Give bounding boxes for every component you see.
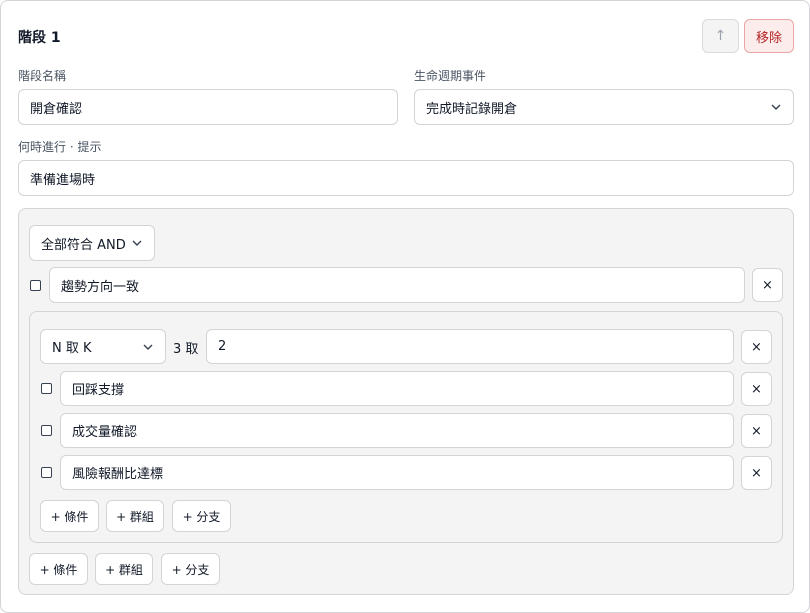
close-icon: × xyxy=(751,339,762,355)
condition-text: 風險報酬比達標 xyxy=(72,467,164,482)
nested-add-group-button[interactable]: + 群組 xyxy=(106,500,164,532)
stage-card: 階段 1 ↑ 移除 階段名稱 開倉確認 生命週期事件 完成時記錄開倉 何時進行 … xyxy=(0,0,810,613)
condition-text: 趨勢方向一致 xyxy=(61,279,140,295)
hint-value: 準備進場時 xyxy=(30,172,96,188)
condition-input[interactable]: 成交量確認 xyxy=(60,413,734,448)
k-value: 2 xyxy=(218,339,227,354)
chevron-down-icon xyxy=(771,104,781,110)
condition-checkbox[interactable] xyxy=(41,467,52,478)
delete-condition-button[interactable]: × xyxy=(741,456,772,490)
condition-text: 回踩支撐 xyxy=(72,383,125,398)
lifecycle-event-select[interactable]: 完成時記錄開倉 xyxy=(414,89,794,125)
close-icon: × xyxy=(751,423,762,439)
delete-condition-button[interactable]: × xyxy=(752,268,783,302)
close-icon: × xyxy=(762,277,773,293)
nested-group-mode-value: N 取 K xyxy=(52,341,92,356)
nested-add-branch-button[interactable]: + 分支 xyxy=(172,500,231,532)
condition-checkbox[interactable] xyxy=(30,280,41,291)
group-mode-value: 全部符合 AND xyxy=(41,237,126,253)
condition-input[interactable]: 趨勢方向一致 xyxy=(49,267,745,303)
move-up-button[interactable]: ↑ xyxy=(702,19,739,53)
group-mode-select[interactable]: 全部符合 AND xyxy=(29,225,155,261)
condition-text: 成交量確認 xyxy=(72,425,138,440)
condition-checkbox[interactable] xyxy=(41,425,52,436)
delete-condition-button[interactable]: × xyxy=(741,414,772,448)
lifecycle-event-label: 生命週期事件 xyxy=(414,69,487,83)
delete-nested-group-button[interactable]: × xyxy=(741,330,772,364)
close-icon: × xyxy=(751,381,762,397)
nested-add-condition-button[interactable]: + 條件 xyxy=(40,500,99,532)
nested-group-mode-select[interactable]: N 取 K xyxy=(40,329,166,364)
remove-stage-button[interactable]: 移除 xyxy=(744,19,794,53)
stage-title: 階段 1 xyxy=(18,30,61,46)
arrow-up-icon: ↑ xyxy=(714,28,727,44)
chevron-down-icon xyxy=(143,344,153,350)
condition-input[interactable]: 回踩支撐 xyxy=(60,371,734,406)
stage-name-label: 階段名稱 xyxy=(18,69,67,83)
k-value-input[interactable]: 2 xyxy=(206,329,734,364)
close-icon: × xyxy=(751,465,762,481)
lifecycle-event-value: 完成時記錄開倉 xyxy=(426,101,518,117)
hint-input[interactable]: 準備進場時 xyxy=(18,160,794,196)
condition-checkbox[interactable] xyxy=(41,383,52,394)
delete-condition-button[interactable]: × xyxy=(741,372,772,406)
condition-input[interactable]: 風險報酬比達標 xyxy=(60,455,734,490)
add-group-button[interactable]: + 群組 xyxy=(95,553,153,585)
hint-label: 何時進行 · 提示 xyxy=(18,140,102,154)
add-condition-button[interactable]: + 條件 xyxy=(29,553,88,585)
add-branch-button[interactable]: + 分支 xyxy=(161,553,220,585)
n-of-text: 3 取 xyxy=(173,342,199,357)
chevron-down-icon xyxy=(132,240,142,246)
stage-name-input[interactable]: 開倉確認 xyxy=(18,89,398,125)
stage-name-value: 開倉確認 xyxy=(30,101,83,117)
